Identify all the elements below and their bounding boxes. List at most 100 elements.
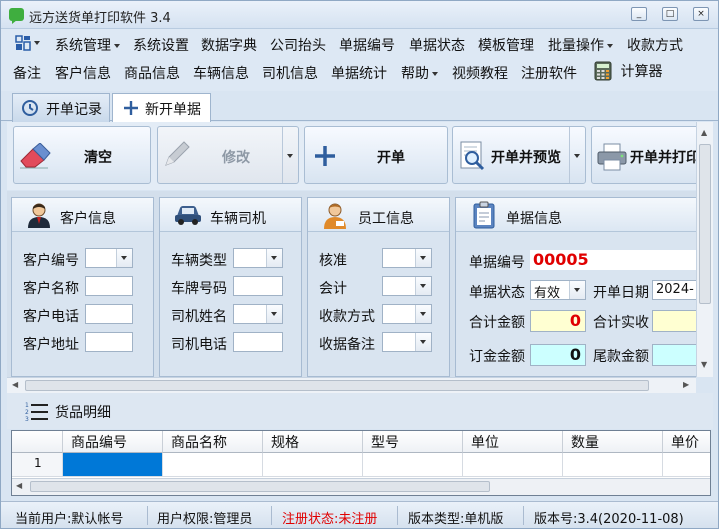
menu-system-management[interactable]: 系统管理 xyxy=(55,35,120,55)
col-header-product-name[interactable]: 商品名称 xyxy=(163,431,263,453)
vehicle-type-select[interactable] xyxy=(233,248,283,268)
driver-phone-input[interactable] xyxy=(233,332,283,352)
staff-panel-title: 员工信息 xyxy=(358,211,414,227)
customer-code-select[interactable] xyxy=(85,248,133,268)
grid-cell-selected[interactable] xyxy=(63,453,163,477)
action-toolbar: 清空 修改 开单 开单并预览 开单并打印 xyxy=(7,122,696,190)
plate-number-label: 车牌号码 xyxy=(171,281,227,297)
menu-product-info[interactable]: 商品信息 xyxy=(124,63,180,83)
staff-person-icon xyxy=(324,203,346,229)
driver-name-label: 司机姓名 xyxy=(171,309,227,325)
vertical-scroll-thumb[interactable] xyxy=(699,144,711,304)
chevron-down-icon xyxy=(420,312,426,316)
menu-customer-info[interactable]: 客户信息 xyxy=(55,63,111,83)
menu-register-software[interactable]: 注册软件 xyxy=(521,63,577,83)
goods-grid[interactable]: 商品编号 商品名称 规格 型号 单位 数量 单价 1 ◀ xyxy=(11,430,711,496)
scroll-left-arrow-icon[interactable]: ◀ xyxy=(12,380,18,389)
bill-status-select[interactable]: 有效 xyxy=(530,280,586,301)
app-window: 远方送货单打印软件 3.4 _ □ × 系统管理 系统设置 数据字典 公司抬头 … xyxy=(0,0,719,529)
vehicle-driver-panel: 车辆司机 车辆类型 车牌号码 司机姓名 司机电话 xyxy=(159,197,302,377)
customer-phone-input[interactable] xyxy=(85,304,133,324)
calculator-icon xyxy=(594,61,612,81)
total-amount-field[interactable]: 0 xyxy=(530,310,586,332)
customer-name-input[interactable] xyxy=(85,276,133,296)
driver-phone-label: 司机电话 xyxy=(171,337,227,353)
payment-method-label: 收款方式 xyxy=(319,309,375,325)
grid-cell[interactable] xyxy=(663,453,710,477)
menu-template-management[interactable]: 模板管理 xyxy=(478,35,534,55)
horizontal-scroll-thumb[interactable] xyxy=(25,380,649,391)
menu-payment-method[interactable]: 收款方式 xyxy=(627,35,683,55)
driver-name-select[interactable] xyxy=(233,304,283,324)
customer-address-input[interactable] xyxy=(85,332,133,352)
status-registration[interactable]: 注册状态:未注册 xyxy=(282,508,377,527)
menu-company-header[interactable]: 公司抬头 xyxy=(270,35,326,55)
grid-cell[interactable] xyxy=(363,453,463,477)
create-and-print-button[interactable]: 开单并打印 xyxy=(591,126,696,184)
menu-data-dictionary[interactable]: 数据字典 xyxy=(201,35,257,55)
deposit-amount-field[interactable]: 0 xyxy=(530,344,586,366)
col-header-product-code[interactable]: 商品编号 xyxy=(63,431,163,453)
menu-video-tutorial[interactable]: 视频教程 xyxy=(452,63,508,83)
balance-amount-field[interactable] xyxy=(652,344,696,366)
grid-cell[interactable] xyxy=(463,453,563,477)
svg-text:3: 3 xyxy=(25,416,29,421)
grid-cell[interactable] xyxy=(163,453,263,477)
receipt-remark-select[interactable] xyxy=(382,332,432,352)
horizontal-scrollbar[interactable]: ◀ ▶ xyxy=(7,377,696,393)
payment-method-select[interactable] xyxy=(382,304,432,324)
plate-number-input[interactable] xyxy=(233,276,283,296)
menu-grid-icon[interactable] xyxy=(15,35,40,51)
col-header-model[interactable]: 型号 xyxy=(363,431,463,453)
menu-remark[interactable]: 备注 xyxy=(13,63,41,83)
scroll-up-arrow-icon[interactable]: ▲ xyxy=(701,128,707,137)
approver-select[interactable] xyxy=(382,248,432,268)
window-title: 远方送货单打印软件 3.4 xyxy=(29,11,171,26)
bill-date-label: 开单日期 xyxy=(593,285,649,301)
edit-dropdown-button[interactable] xyxy=(282,127,298,183)
scroll-right-arrow-icon[interactable]: ▶ xyxy=(683,380,689,389)
status-version: 版本号:3.4(2020-11-08) xyxy=(534,512,684,527)
svg-text:1: 1 xyxy=(25,402,29,409)
close-button[interactable]: × xyxy=(693,7,709,21)
create-and-preview-button[interactable]: 开单并预览 xyxy=(452,126,586,184)
app-chat-icon xyxy=(9,8,24,21)
tab-new-bill[interactable]: 新开单据 xyxy=(112,93,211,123)
add-icon xyxy=(315,146,335,166)
menu-help[interactable]: 帮助 xyxy=(401,63,438,83)
preview-dropdown-button[interactable] xyxy=(569,127,585,183)
grid-cell[interactable] xyxy=(263,453,363,477)
scroll-down-arrow-icon[interactable]: ▼ xyxy=(701,360,707,369)
menu-system-settings[interactable]: 系统设置 xyxy=(133,35,189,55)
grid-horizontal-scrollbar[interactable]: ◀ xyxy=(12,478,710,495)
clear-button[interactable]: 清空 xyxy=(13,126,151,184)
col-header-unit-price[interactable]: 单价 xyxy=(663,431,710,453)
menu-bill-statistics[interactable]: 单据统计 xyxy=(331,63,387,83)
bill-number-field[interactable]: 00005 xyxy=(530,250,696,270)
grid-scroll-thumb[interactable] xyxy=(30,481,490,492)
grid-cell[interactable] xyxy=(563,453,663,477)
create-bill-button[interactable]: 开单 xyxy=(304,126,448,184)
menu-vehicle-info[interactable]: 车辆信息 xyxy=(193,63,249,83)
tab-bill-records[interactable]: 开单记录 xyxy=(12,93,110,122)
menu-driver-info[interactable]: 司机信息 xyxy=(262,63,318,83)
minimize-button[interactable]: _ xyxy=(631,7,647,21)
menu-bill-number[interactable]: 单据编号 xyxy=(339,35,395,55)
menu-bar-row-1: 系统管理 系统设置 数据字典 公司抬头 单据编号 单据状态 模板管理 批量操作 … xyxy=(1,29,718,59)
edit-button[interactable]: 修改 xyxy=(157,126,299,184)
bill-status-label: 单据状态 xyxy=(469,285,525,301)
grid-scroll-left-icon[interactable]: ◀ xyxy=(16,481,22,490)
maximize-button[interactable]: □ xyxy=(662,7,678,21)
menu-bill-status[interactable]: 单据状态 xyxy=(409,35,465,55)
vertical-scrollbar[interactable]: ▲ ▼ xyxy=(696,122,713,377)
col-header-unit[interactable]: 单位 xyxy=(463,431,563,453)
bill-date-input[interactable]: 2024- xyxy=(652,280,696,300)
total-received-field[interactable] xyxy=(652,310,696,332)
customer-address-label: 客户地址 xyxy=(23,337,79,353)
col-header-quantity[interactable]: 数量 xyxy=(563,431,663,453)
menu-calculator[interactable]: 计算器 xyxy=(594,61,662,81)
accountant-select[interactable] xyxy=(382,276,432,296)
goods-detail-header: 1 2 3 货品明细 xyxy=(7,393,713,429)
col-header-spec[interactable]: 规格 xyxy=(263,431,363,453)
menu-batch-operations[interactable]: 批量操作 xyxy=(548,35,613,55)
